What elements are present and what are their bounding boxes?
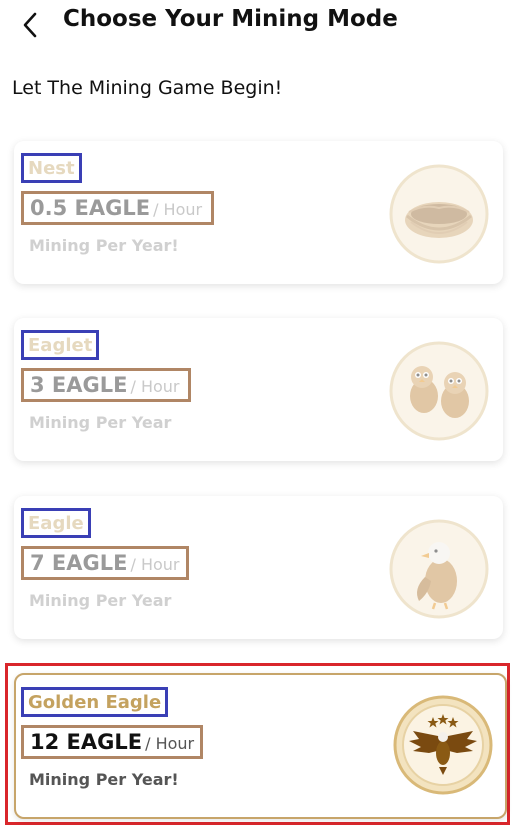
mode-name-box: Eaglet [21, 330, 100, 360]
mode-rate-box: 3 EAGLE / Hour [21, 368, 191, 402]
mode-rate-unit: / Hour [153, 200, 203, 219]
mode-rate: 12 EAGLE [30, 730, 143, 754]
mode-rate: 3 EAGLE [30, 373, 128, 397]
mode-card-golden-eagle[interactable]: Golden Eagle 12 EAGLE / Hour Mining Per … [14, 673, 507, 819]
mode-rate: 7 EAGLE [30, 551, 128, 575]
mode-caption: Mining Per Year [29, 413, 172, 432]
mode-name: Eagle [28, 512, 84, 534]
mode-rate: 0.5 EAGLE [30, 196, 151, 220]
mode-card-eaglet[interactable]: Eaglet 3 EAGLE / Hour Mining Per Year [14, 318, 503, 461]
eaglet-pair-icon [389, 341, 489, 441]
back-button[interactable] [16, 10, 46, 40]
page-title: Choose Your Mining Mode [63, 6, 398, 32]
app-header: Choose Your Mining Mode [0, 0, 513, 50]
mode-rate-unit: / Hour [130, 555, 180, 574]
mode-rate-unit: / Hour [145, 734, 195, 753]
mode-rate-unit: / Hour [130, 377, 180, 396]
chevron-left-icon [23, 12, 37, 38]
mode-caption: Mining Per Year [29, 591, 172, 610]
eagle-icon [389, 519, 489, 619]
mode-name-box: Eagle [21, 508, 91, 538]
mode-name: Nest [28, 157, 75, 179]
mode-rate-box: 0.5 EAGLE / Hour [21, 191, 214, 225]
mode-name-box: Nest [21, 153, 82, 183]
mode-rate-box: 12 EAGLE / Hour [21, 725, 203, 759]
mode-rate-box: 7 EAGLE / Hour [21, 546, 189, 580]
golden-eagle-emblem-icon [393, 695, 493, 795]
mode-name: Golden Eagle [28, 691, 162, 713]
mode-card-eagle[interactable]: Eagle 7 EAGLE / Hour Mining Per Year [14, 496, 503, 639]
mode-name-box: Golden Eagle [21, 687, 169, 717]
nest-icon [389, 164, 489, 264]
mode-name: Eaglet [28, 334, 93, 356]
mode-card-nest[interactable]: Nest 0.5 EAGLE / Hour Mining Per Year! [14, 141, 503, 284]
mode-caption: Mining Per Year! [29, 770, 179, 789]
page-subtitle: Let The Mining Game Begin! [12, 77, 283, 99]
mode-caption: Mining Per Year! [29, 236, 179, 255]
